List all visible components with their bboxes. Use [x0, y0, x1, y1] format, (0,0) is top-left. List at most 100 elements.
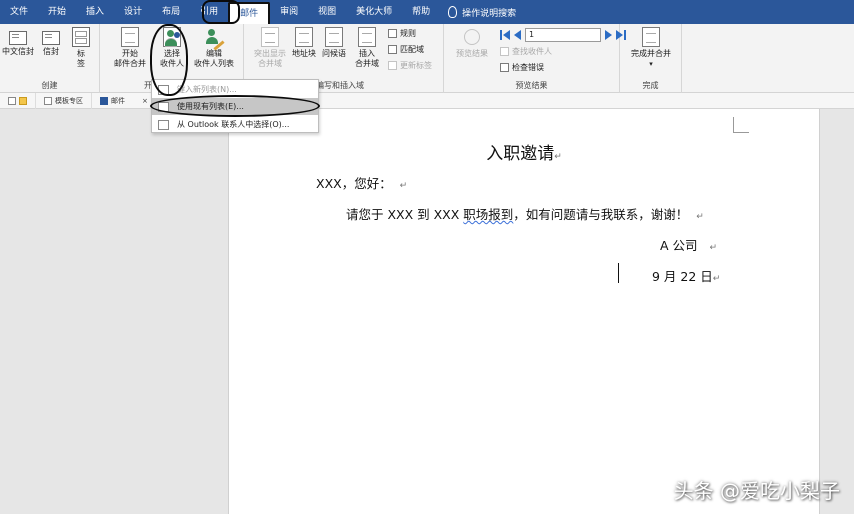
select-recipients-dropdown: 键入新列表(N)... 使用现有列表(E)... 从 Outlook 联系人中选…: [151, 79, 319, 133]
greeting-line-button[interactable]: 问候语: [318, 27, 350, 59]
outlook-contacts-item[interactable]: 从 Outlook 联系人中选择(O)...: [152, 116, 318, 133]
company-paragraph: A 公司 ↵: [660, 235, 717, 254]
document-tab-strip: 模板专区 邮件 ×: [0, 92, 854, 109]
address-block-button[interactable]: 地址块: [288, 27, 320, 59]
date-paragraph: 9 月 22 日↵: [652, 266, 720, 285]
use-existing-list-item[interactable]: 使用现有列表(E)...: [152, 98, 318, 115]
mail-doc-label: 邮件: [111, 96, 125, 105]
start-merge-label-1: 开始: [122, 49, 138, 58]
contacts-icon: [158, 119, 169, 130]
insert-merge-field-button[interactable]: 插入 合并域: [348, 27, 386, 69]
paragraph-mark: ↵: [554, 152, 562, 162]
check-errors-button[interactable]: 检查错误: [500, 62, 544, 73]
edit-recipients-icon: [205, 27, 225, 51]
find-recipient-button[interactable]: 查找收件人: [500, 46, 552, 57]
recipients-icon: [163, 27, 181, 47]
paragraph-mark: ↵: [712, 274, 721, 284]
highlight-merge-fields-button[interactable]: 突出显示 合并域: [248, 27, 292, 69]
match-fields-button[interactable]: 匹配域: [388, 44, 424, 55]
rules-label: 规则: [400, 29, 416, 38]
type-new-list-item[interactable]: 键入新列表(N)...: [152, 81, 318, 98]
insert-field-label-2: 合并域: [355, 59, 379, 68]
outlook-contacts-label: 从 Outlook 联系人中选择(O)...: [177, 120, 290, 129]
edit-recipients-label-1: 编辑: [206, 49, 222, 58]
finish-merge-label: 完成并合并: [631, 49, 671, 58]
word-window: 文件 开始 插入 设计 布局 引用 邮件 审阅 视图 美化大师 帮助 操作说明搜…: [0, 0, 854, 514]
menu-bar: 文件 开始 插入 设计 布局 引用 邮件 审阅 视图 美化大师 帮助 操作说明搜…: [0, 0, 854, 24]
tab-file[interactable]: 文件: [0, 0, 38, 24]
body-text-prefix: 请您于 XXX 到 XXX: [346, 207, 464, 222]
paragraph-mark: ↵: [696, 212, 704, 222]
greeting-line-label: 问候语: [322, 49, 346, 58]
tell-me-search[interactable]: 操作说明搜索: [440, 6, 516, 19]
labels-button[interactable]: 标 签: [68, 27, 94, 69]
next-record-icon[interactable]: [605, 30, 612, 40]
document-title: 入职邀请↵: [229, 139, 819, 164]
select-recipients-button[interactable]: 选择 收件人: [154, 27, 190, 69]
find-recipient-label: 查找收件人: [512, 47, 552, 56]
update-labels-button[interactable]: 更新标签: [388, 60, 432, 71]
record-number-input[interactable]: 1: [525, 28, 601, 42]
greeting-line-icon: [325, 27, 343, 47]
chinese-envelope-label: 中文信封: [2, 47, 34, 56]
labels-label-2: 签: [77, 59, 85, 68]
body-paragraph: 请您于 XXX 到 XXX 职场报到，如有问题请与我联系，谢谢！ ↵: [346, 204, 704, 223]
new-doc-icon[interactable]: [8, 96, 16, 105]
greeting-paragraph: XXX，您好： ↵: [316, 173, 407, 192]
preview-results-button[interactable]: 预览结果: [450, 27, 494, 59]
tab-mailings[interactable]: 邮件: [228, 2, 271, 24]
match-fields-label: 匹配域: [400, 45, 424, 54]
labels-label-1: 标: [77, 49, 85, 58]
first-record-icon[interactable]: [500, 30, 502, 40]
envelope-icon: [42, 31, 60, 45]
envelope-label: 信封: [43, 47, 59, 56]
labels-icon: [72, 27, 90, 47]
greeting-text: XXX，您好：: [316, 176, 392, 191]
tab-review[interactable]: 审阅: [270, 0, 308, 24]
folder-icon[interactable]: [19, 96, 27, 105]
select-recipients-label-2: 收件人: [160, 59, 184, 68]
document-page[interactable]: 入职邀请↵ XXX，您好： ↵ 请您于 XXX 到 XXX 职场报到，如有问题请…: [228, 109, 820, 514]
tab-template-zone[interactable]: 模板专区: [36, 92, 92, 109]
home-icon: [44, 96, 52, 105]
type-new-list-label: 键入新列表(N)...: [177, 85, 237, 94]
tab-references[interactable]: 引用: [190, 0, 228, 24]
select-recipients-label-1: 选择: [164, 49, 180, 58]
use-existing-list-label: 使用现有列表(E)...: [177, 102, 244, 111]
group-preview: 预览结果 1 查找收件人 检查错误 预览结果: [444, 24, 626, 93]
edit-recipients-label-2: 收件人列表: [194, 59, 234, 68]
tab-home[interactable]: 开始: [38, 0, 76, 24]
preview-results-label: 预览结果: [456, 49, 488, 58]
lightbulb-icon: [448, 6, 458, 18]
paragraph-mark: ↵: [399, 181, 408, 191]
previous-record-icon[interactable]: [514, 30, 521, 40]
body-text-suffix: ，如有问题请与我联系，谢谢！: [513, 207, 689, 222]
existing-list-icon: [158, 101, 169, 112]
insert-field-label-1: 插入: [359, 49, 375, 58]
tab-help[interactable]: 帮助: [402, 0, 440, 24]
address-block-label: 地址块: [292, 49, 316, 58]
rules-button[interactable]: 规则: [388, 28, 416, 39]
watermark: 头条 @爱吃小梨子: [673, 479, 840, 503]
paragraph-mark: ↵: [709, 243, 717, 253]
close-icon[interactable]: ×: [142, 97, 148, 105]
tab-insert[interactable]: 插入: [76, 0, 114, 24]
body-text-flagged: 职场报到: [463, 207, 514, 222]
finish-merge-button[interactable]: 完成并合并 ▾: [622, 27, 680, 69]
tab-mail-document[interactable]: 邮件 ×: [92, 92, 157, 109]
envelope-icon: [9, 31, 27, 45]
edit-recipient-list-button[interactable]: 编辑 收件人列表: [190, 27, 238, 69]
tab-layout[interactable]: 布局: [152, 0, 190, 24]
address-block-icon: [295, 27, 313, 47]
highlight-label-2: 合并域: [258, 59, 282, 68]
rules-icon: [388, 29, 397, 38]
tab-view[interactable]: 视图: [308, 0, 346, 24]
ribbon: 中文信封 信封 标 签 创建 开始 邮件合并 选择 收件人 编辑 收件人列表 开…: [0, 24, 854, 93]
tab-beautify[interactable]: 美化大师: [346, 0, 402, 24]
update-labels-label: 更新标签: [400, 61, 432, 70]
tab-design[interactable]: 设计: [114, 0, 152, 24]
quick-access-area[interactable]: [0, 92, 36, 109]
envelope-button[interactable]: 信封: [38, 27, 64, 57]
chinese-envelope-button[interactable]: 中文信封: [0, 27, 36, 57]
start-mail-merge-button[interactable]: 开始 邮件合并: [108, 27, 152, 69]
